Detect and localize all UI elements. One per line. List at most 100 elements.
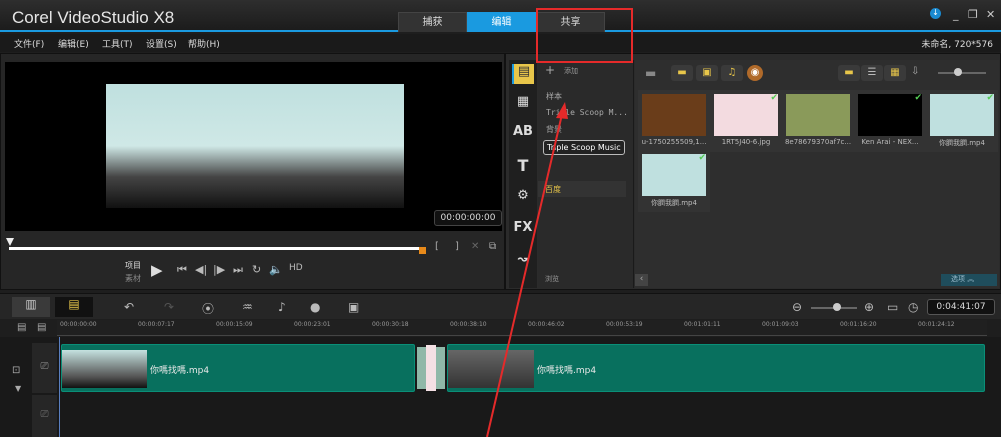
scrubber-bar[interactable] — [9, 247, 423, 250]
previous-frame-button[interactable]: ◀| — [195, 263, 207, 276]
browse-button[interactable]: 浏览 — [545, 274, 559, 284]
folder-icon[interactable]: ▬ — [645, 66, 656, 80]
cut-icon[interactable]: ✕ — [471, 241, 479, 252]
mark-out-button[interactable]: ] — [455, 241, 459, 252]
media-thumbnail[interactable]: 8e78679370af7c... — [782, 90, 854, 152]
app-title: Corel VideoStudio X8 — [12, 8, 175, 27]
mark-in-button[interactable]: [ — [435, 241, 439, 252]
folder-sample[interactable]: 样本 — [546, 91, 562, 102]
fx-icon[interactable]: FX — [512, 220, 534, 240]
repeat-icon[interactable]: ↻ — [252, 263, 261, 276]
storyboard-view-icon[interactable]: ▥ — [12, 297, 50, 317]
checkmark-icon: ✔ — [698, 153, 706, 163]
update-icon[interactable]: ↓ — [930, 8, 941, 19]
home-button[interactable]: ⏮ — [177, 263, 187, 277]
zoom-out-icon[interactable]: ⊖ — [792, 300, 802, 314]
end-button[interactable]: ⏭ — [233, 263, 243, 277]
player-timecode[interactable]: 00:00:00:00 — [434, 210, 502, 226]
media-thumbnail[interactable]: ✔ Ken Arai - NEX... — [854, 90, 926, 152]
folder-triple-scoop[interactable]: Triple Scoop M... — [546, 108, 628, 117]
close-button[interactable]: ✕ — [986, 8, 995, 21]
path-icon[interactable]: ↝ — [512, 252, 534, 272]
enlarge-icon[interactable]: ⧉ — [489, 241, 496, 252]
show-photo-icon[interactable]: ▣ — [696, 65, 718, 81]
minimize-button[interactable]: _ — [953, 8, 959, 21]
media-thumbnail[interactable]: u-1750255509,1... — [638, 90, 710, 152]
restore-button[interactable]: ❐ — [968, 8, 978, 21]
media-icon[interactable]: ▤ — [512, 64, 534, 84]
thumbnail-view-icon[interactable]: ▬ — [838, 65, 860, 81]
menu-edit[interactable]: 编辑(E) — [58, 37, 89, 50]
title-icon[interactable]: T — [512, 156, 534, 176]
folder-baidu[interactable]: 百度 — [545, 184, 561, 195]
video-frame — [106, 84, 404, 208]
track-expand-icon[interactable]: ▼ — [15, 384, 21, 393]
menu-help[interactable]: 帮助(H) — [188, 37, 220, 50]
menu-tools[interactable]: 工具(T) — [102, 37, 133, 50]
sort-icon[interactable]: ⇩ — [911, 66, 919, 77]
overlay-track-icon[interactable]: ⎚ — [32, 395, 57, 437]
zoom-slider[interactable] — [811, 303, 857, 311]
tab-capture[interactable]: 捕获 — [398, 12, 467, 32]
project-duration[interactable]: 0:04:41:07 — [927, 299, 995, 315]
fit-project-icon[interactable]: ▭ — [887, 300, 898, 314]
timeline-tracks: ⎚ ⎚ ⊡ ▼ 你嗎找嗎.mp4 你嗎找嗎.mp4 — [0, 337, 1001, 437]
ruler-tick-label: 00:00:07:17 — [138, 321, 175, 328]
transition-clip[interactable] — [417, 345, 445, 391]
playhead-line — [59, 337, 60, 437]
folder-background[interactable]: 背景 — [546, 124, 562, 135]
menu-file[interactable]: 文件(F) — [14, 37, 44, 50]
options-button[interactable]: 选项 ︽ — [941, 274, 997, 286]
track-manager-icon[interactable]: ▤ — [17, 322, 26, 333]
transition-icon[interactable]: AB — [512, 124, 534, 144]
tab-edit[interactable]: 编辑 — [467, 12, 536, 32]
folder-baidu-row[interactable]: 百度 — [538, 181, 626, 197]
collapse-arrow-icon[interactable]: ‹ — [635, 274, 648, 286]
grid-view-icon[interactable]: ▦ — [884, 65, 906, 81]
auto-music-icon[interactable]: ♪ — [278, 300, 286, 314]
timeline-view-icon[interactable]: ▤ — [55, 297, 93, 317]
thumbnail-caption: 1RT5J40-6.jpg — [721, 138, 771, 146]
timeline-clip[interactable]: 你嗎找嗎.mp4 — [61, 344, 415, 392]
thumbnail-caption: Ken Arai - NEX... — [861, 138, 919, 146]
undo-icon[interactable]: ↶ — [124, 300, 134, 314]
clip-thumbnail — [448, 350, 534, 388]
video-track-icon[interactable]: ⎚ — [32, 343, 57, 393]
hd-button[interactable]: HD — [289, 263, 303, 273]
media-thumbnail[interactable]: ✔ 你膶我膶.mp4 — [638, 150, 710, 212]
redo-icon[interactable]: ↷ — [164, 300, 174, 314]
menu-settings[interactable]: 设置(S) — [146, 37, 177, 50]
title-bar: Corel VideoStudio X8 捕获 编辑 共享 ↓ _ ❐ ✕ — [0, 0, 1001, 32]
motion-tracking-icon[interactable]: ● — [310, 300, 320, 314]
library-sidebar: ▤ ▦ AB T ⚙ FX ↝ — [509, 60, 537, 288]
add-folder-button[interactable]: 添加 — [564, 66, 578, 76]
instant-project-icon[interactable]: ▦ — [512, 94, 534, 114]
web-icon[interactable]: ◉ — [747, 65, 763, 81]
clip-mode[interactable]: 素材 — [125, 273, 141, 284]
play-button[interactable]: ▶ — [151, 261, 163, 279]
playhead-handle[interactable] — [6, 238, 14, 246]
track-lock-icon[interactable]: ⊡ — [12, 365, 20, 376]
subtitle-editor-icon[interactable]: ▣ — [348, 300, 359, 314]
add-icon[interactable]: + — [545, 63, 555, 77]
chapter-icon[interactable]: ▤ — [37, 322, 46, 333]
sound-mixer-icon[interactable]: ♒ — [242, 300, 253, 314]
thumbnail-caption: 你膶我膶.mp4 — [651, 199, 697, 207]
show-video-icon[interactable]: ▬ — [671, 65, 693, 81]
volume-icon[interactable]: 🔈 — [269, 263, 283, 276]
project-mode[interactable]: 项目 — [125, 260, 141, 271]
zoom-in-icon[interactable]: ⊕ — [864, 300, 874, 314]
trim-marker[interactable] — [419, 247, 426, 254]
timeline-ruler[interactable]: 00:00:00:00 00:00:07:17 00:00:15:09 00:00:2… — [57, 320, 987, 336]
next-frame-button[interactable]: |▶ — [213, 263, 225, 276]
list-view-icon[interactable]: ☰ — [861, 65, 883, 81]
timeline-clip[interactable]: 你嗎找嗎.mp4 — [447, 344, 985, 392]
media-thumbnail[interactable]: ✔ 1RT5J40-6.jpg — [710, 90, 782, 152]
record-capture-icon[interactable]: ⦿ — [202, 300, 214, 317]
show-audio-icon[interactable]: ♫ — [721, 65, 743, 81]
thumbnail-image — [858, 94, 922, 136]
thumbnail-size-slider[interactable] — [938, 68, 986, 76]
graphics-icon[interactable]: ⚙ — [512, 188, 534, 208]
media-thumbnail[interactable]: ✔ 你膶我膶.mp4 — [926, 90, 998, 152]
menu-bar: 文件(F) 编辑(E) 工具(T) 设置(S) 帮助(H) 未命名, 720*5… — [0, 34, 1001, 52]
